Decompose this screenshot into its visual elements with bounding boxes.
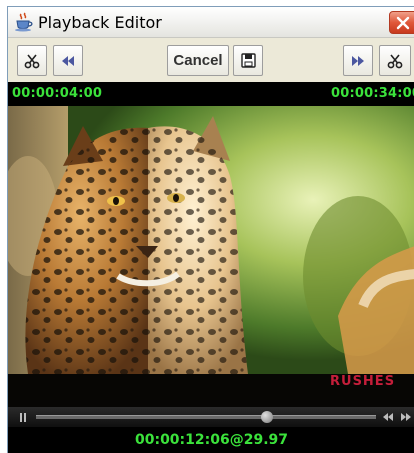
- cut-end-button[interactable]: [379, 45, 411, 76]
- timecode-bar: 00:00:04:00 00:00:34:00: [8, 82, 414, 106]
- step-forward-icon[interactable]: [400, 412, 412, 422]
- end-timecode: 00:00:34:00: [331, 86, 414, 101]
- cut-start-button[interactable]: [17, 45, 47, 76]
- start-timecode: 00:00:04:00: [12, 86, 103, 101]
- rewind-button[interactable]: [53, 45, 83, 76]
- window-title: Playback Editor: [38, 13, 162, 32]
- current-timecode: 00:00:12:06@29.97: [134, 432, 288, 448]
- scrub-bar[interactable]: [8, 407, 414, 427]
- title-bar[interactable]: Playback Editor: [8, 7, 414, 38]
- save-button[interactable]: [233, 45, 263, 76]
- status-bar: 00:00:12:06@29.97: [8, 427, 414, 453]
- video-image: [8, 106, 414, 407]
- cancel-button[interactable]: Cancel: [167, 45, 229, 76]
- save-icon: [240, 53, 256, 68]
- timeline-track[interactable]: [36, 415, 376, 419]
- playback-editor-window: Playback Editor Cancel 00:00:04:00 00:00…: [7, 6, 414, 453]
- rewind-icon: [62, 55, 74, 66]
- fast-forward-button[interactable]: [343, 45, 373, 76]
- video-frame[interactable]: RUSHES: [8, 106, 414, 407]
- fast-forward-icon: [352, 55, 364, 66]
- step-back-icon[interactable]: [382, 412, 394, 422]
- pause-icon[interactable]: [20, 413, 28, 422]
- video-watermark: RUSHES: [330, 374, 396, 389]
- close-icon: [396, 16, 410, 30]
- toolbar: Cancel: [8, 38, 414, 82]
- cut-icon: [387, 53, 403, 68]
- cut-icon: [24, 53, 40, 68]
- timeline-slider-thumb[interactable]: [261, 411, 273, 423]
- java-cup-icon: [15, 12, 33, 32]
- close-button[interactable]: [389, 11, 414, 34]
